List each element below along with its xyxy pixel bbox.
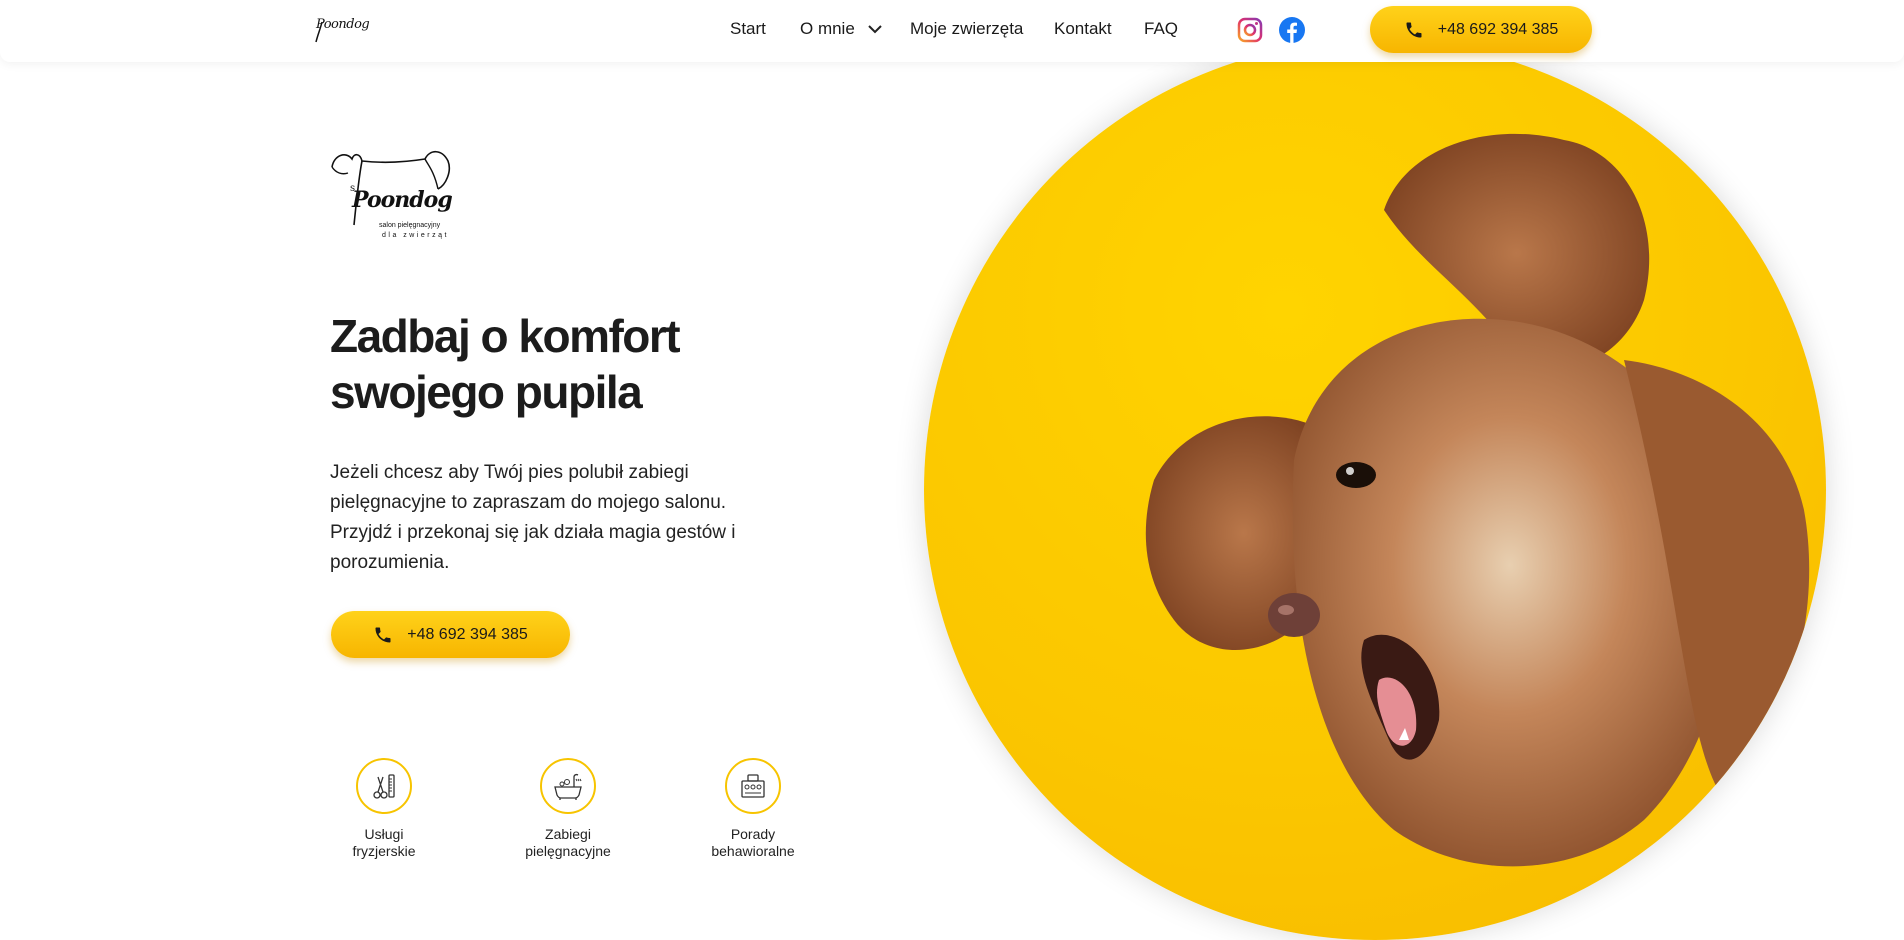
hero-text-line-3: Przyjdź i przekonaj się jak działa magia…: [330, 522, 736, 543]
nav-o-mnie-label: O mnie: [800, 19, 855, 38]
hero-text-line-1: Jeżeli chcesz aby Twój pies polubił zabi…: [330, 462, 689, 483]
feature-care[interactable]: Zabiegi pielęgnacyjne: [508, 758, 628, 860]
scissors-comb-icon: [373, 774, 395, 799]
nav-start[interactable]: Start: [730, 19, 766, 39]
hero-logo-text: Poondog: [352, 187, 453, 213]
nav-o-mnie[interactable]: O mnie: [800, 19, 882, 39]
hero-phone-label: +48 692 394 385: [407, 625, 528, 643]
nav-kontakt[interactable]: Kontakt: [1054, 19, 1112, 39]
training-icon: [741, 774, 765, 798]
feature-behavior[interactable]: Porady behawioralne: [693, 758, 813, 860]
hero-description: Jeżeli chcesz aby Twój pies polubił zabi…: [330, 458, 800, 578]
header-phone-button[interactable]: +48 692 394 385: [1370, 6, 1592, 53]
nav-moje-zwierzeta[interactable]: Moje zwierzęta: [910, 19, 1023, 39]
feature-label-line-1: Zabiegi: [545, 826, 591, 842]
hero-image-circle: [924, 40, 1826, 940]
feature-label-line-2: fryzjerskie: [352, 843, 416, 859]
feature-label-line-1: Porady: [730, 826, 776, 842]
header: Poondog Start O mnie Moje zwierzęta Kont…: [0, 0, 1904, 62]
hero-text-line-4: porozumienia.: [330, 552, 450, 573]
feature-icon-circle: [356, 758, 412, 814]
hero-text-line-2: pielęgnacyjne to zapraszam do mojego sal…: [330, 492, 727, 513]
hero-title-line-1: Zadbaj o komfort: [330, 310, 681, 362]
feature-icon-circle: [540, 758, 596, 814]
hero-logo-subtitle-2: dla zwierząt: [382, 232, 449, 239]
header-logo-text: Poondog: [316, 17, 370, 32]
phone-icon: [375, 627, 391, 642]
phone-icon: [1406, 22, 1422, 37]
chevron-down-icon: [867, 25, 882, 34]
bath-icon: [554, 773, 582, 800]
header-logo[interactable]: Poondog: [312, 12, 370, 46]
instagram-icon[interactable]: [1236, 16, 1264, 44]
feature-label-line-2: pielęgnacyjne: [525, 843, 611, 859]
feature-label-line-2: behawioralne: [711, 843, 795, 859]
header-phone-label: +48 692 394 385: [1437, 20, 1559, 38]
hero-logo-subtitle-1: salon pielęgnacyjny: [379, 222, 441, 229]
hero-phone-button[interactable]: +48 692 394 385: [331, 611, 570, 658]
facebook-icon[interactable]: [1278, 16, 1306, 44]
hero-title-line-2: swojego pupila: [330, 366, 643, 418]
hero-title: Zadbaj o komfort swojego pupila: [330, 308, 850, 420]
feature-label-line-1: Usługi: [364, 826, 404, 842]
feature-grooming[interactable]: Usługi fryzjerskie: [324, 758, 444, 860]
hero-logo: s Poondog salon pielęgnacyjny dla zwierz…: [330, 145, 455, 250]
dog-photo: [1145, 133, 1810, 867]
feature-icon-circle: [725, 758, 781, 814]
nav-faq[interactable]: FAQ: [1144, 19, 1178, 39]
